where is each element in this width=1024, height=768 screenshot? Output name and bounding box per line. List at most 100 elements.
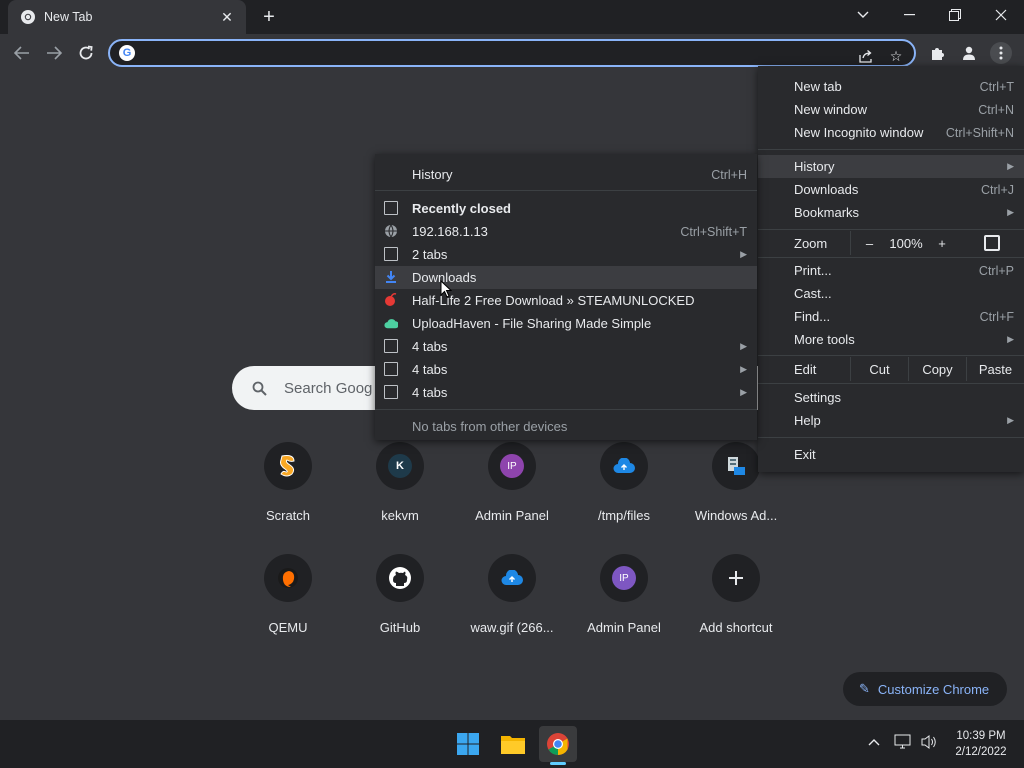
zoom-label: Zoom bbox=[794, 235, 828, 251]
menu-shortcut: Ctrl+F bbox=[979, 309, 1014, 324]
tab-title: New Tab bbox=[44, 10, 93, 24]
ip-badge: IP bbox=[500, 454, 524, 478]
history-item-steamunlocked[interactable]: Half-Life 2 Free Download » STEAMUNLOCKE… bbox=[375, 289, 757, 312]
submenu-arrow-icon: ▶ bbox=[740, 387, 747, 397]
zoom-out-button[interactable]: – bbox=[850, 231, 888, 255]
ip-icon: IP bbox=[488, 442, 536, 490]
history-item-4-tabs[interactable]: 4 tabs ▶ bbox=[375, 335, 757, 358]
shortcut-github[interactable]: GitHub bbox=[344, 554, 456, 654]
menu-item-help[interactable]: Help ▶ bbox=[758, 409, 1024, 432]
share-icon[interactable] bbox=[856, 46, 876, 66]
menu-item-cast[interactable]: Cast... bbox=[758, 282, 1024, 305]
shortcut-kekvm[interactable]: K kekvm bbox=[344, 442, 456, 542]
menu-item-find[interactable]: Find... Ctrl+F bbox=[758, 305, 1024, 328]
submenu-arrow-icon: ▶ bbox=[740, 364, 747, 374]
history-item-2-tabs[interactable]: 2 tabs ▶ bbox=[375, 243, 757, 266]
menu-shortcut: Ctrl+T bbox=[979, 79, 1014, 94]
zoom-level: 100% bbox=[889, 235, 923, 251]
file-explorer-icon[interactable] bbox=[494, 726, 532, 762]
history-label: Half-Life 2 Free Download » STEAMUNLOCKE… bbox=[412, 293, 695, 308]
globe-icon bbox=[385, 224, 397, 238]
menu-label: New window bbox=[794, 102, 867, 117]
menu-item-new-incognito-window[interactable]: New Incognito window Ctrl+Shift+N bbox=[758, 121, 1024, 144]
forward-arrow-icon[interactable] bbox=[41, 40, 67, 66]
history-label: History bbox=[412, 167, 453, 182]
menu-item-print[interactable]: Print... Ctrl+P bbox=[758, 259, 1024, 282]
menu-item-history[interactable]: History ▶ bbox=[758, 155, 1024, 178]
customize-chrome-button[interactable]: ✎ Customize Chrome bbox=[843, 672, 1007, 706]
start-windows-icon[interactable] bbox=[449, 726, 487, 762]
shortcut-admin-panel[interactable]: IP Admin Panel bbox=[456, 442, 568, 542]
clock-time: 10:39 PM bbox=[956, 730, 1006, 742]
history-item-uploadhaven[interactable]: UploadHaven - File Sharing Made Simple bbox=[375, 312, 757, 335]
menu-item-downloads[interactable]: Downloads Ctrl+J bbox=[758, 178, 1024, 201]
menu-separator bbox=[758, 355, 1024, 356]
shortcut-label: GitHub bbox=[379, 620, 421, 635]
menu-shortcut: Ctrl+P bbox=[978, 263, 1014, 278]
customize-label: Customize Chrome bbox=[877, 681, 990, 697]
shortcut-label: Scratch bbox=[265, 508, 311, 523]
paste-button[interactable]: Paste bbox=[966, 357, 1024, 381]
shortcut-admin-panel-2[interactable]: IP Admin Panel bbox=[568, 554, 680, 654]
tray-chevron-icon[interactable] bbox=[868, 734, 880, 749]
history-item-192-168-1-13[interactable]: 192.168.1.13 Ctrl+Shift+T bbox=[375, 220, 757, 243]
submenu-arrow-icon: ▶ bbox=[1007, 207, 1014, 217]
shortcut-label: kekvm bbox=[381, 508, 419, 523]
add-shortcut-button[interactable]: Add shortcut bbox=[680, 554, 792, 654]
reload-icon[interactable] bbox=[73, 40, 99, 66]
history-item-4-tabs[interactable]: 4 tabs ▶ bbox=[375, 358, 757, 381]
back-arrow-icon[interactable] bbox=[9, 40, 35, 66]
pencil-icon: ✎ bbox=[859, 681, 870, 696]
zoom-in-button[interactable]: + bbox=[924, 231, 960, 255]
menu-item-exit[interactable]: Exit bbox=[758, 443, 1024, 466]
copy-button[interactable]: Copy bbox=[908, 357, 966, 381]
history-shortcut: Ctrl+Shift+T bbox=[680, 224, 747, 239]
menu-item-bookmarks[interactable]: Bookmarks ▶ bbox=[758, 201, 1024, 224]
steamunlocked-icon bbox=[385, 293, 397, 306]
restore-icon[interactable] bbox=[932, 0, 978, 30]
profile-avatar-icon[interactable] bbox=[958, 42, 980, 64]
history-item-4-tabs[interactable]: 4 tabs ▶ bbox=[375, 381, 757, 404]
volume-icon[interactable] bbox=[920, 734, 938, 753]
extensions-puzzle-icon[interactable] bbox=[927, 42, 949, 64]
qemu-icon bbox=[264, 554, 312, 602]
tab-search-chevron-icon[interactable] bbox=[840, 0, 886, 30]
fullscreen-icon[interactable] bbox=[984, 235, 1000, 251]
shortcut-tmp-files[interactable]: /tmp/files bbox=[568, 442, 680, 542]
menu-item-new-tab[interactable]: New tab Ctrl+T bbox=[758, 75, 1024, 98]
submenu-arrow-icon: ▶ bbox=[740, 341, 747, 351]
menu-label: Bookmarks bbox=[794, 205, 860, 220]
menu-label: More tools bbox=[794, 332, 855, 347]
plus-icon bbox=[712, 554, 760, 602]
history-submenu: History Ctrl+H Recently closed 192.168.1.… bbox=[375, 154, 757, 440]
cut-button[interactable]: Cut bbox=[850, 357, 908, 381]
minimize-icon[interactable] bbox=[886, 0, 932, 30]
close-window-icon[interactable] bbox=[978, 0, 1024, 30]
new-tab-plus-icon[interactable]: + bbox=[258, 6, 280, 28]
menu-item-settings[interactable]: Settings bbox=[758, 386, 1024, 409]
tabs-icon bbox=[384, 339, 398, 353]
shortcut-label: /tmp/files bbox=[597, 508, 650, 523]
network-icon[interactable] bbox=[894, 734, 912, 753]
menu-label: Downloads bbox=[794, 182, 859, 197]
chrome-main-menu: New tab Ctrl+T New window Ctrl+N New Incog… bbox=[758, 66, 1024, 472]
windows-taskbar: 10:39 PM 2/12/2022 bbox=[0, 720, 1024, 768]
bookmark-star-icon[interactable]: ☆ bbox=[886, 46, 906, 66]
kebab-menu-icon[interactable] bbox=[990, 42, 1012, 64]
taskbar-clock[interactable]: 10:39 PM 2/12/2022 bbox=[946, 728, 1016, 760]
shortcut-scratch[interactable]: Scratch bbox=[232, 442, 344, 542]
omnibox-input[interactable] bbox=[135, 45, 914, 61]
submenu-arrow-icon: ▶ bbox=[740, 249, 747, 259]
history-item-history[interactable]: History Ctrl+H bbox=[375, 163, 757, 186]
shortcut-qemu[interactable]: QEMU bbox=[232, 554, 344, 654]
shortcut-waw-gif[interactable]: waw.gif (266... bbox=[456, 554, 568, 654]
menu-item-new-window[interactable]: New window Ctrl+N bbox=[758, 98, 1024, 121]
chrome-taskbar-icon[interactable] bbox=[539, 726, 577, 762]
history-item-downloads[interactable]: Downloads bbox=[375, 266, 757, 289]
search-icon bbox=[252, 379, 270, 397]
history-shortcut: Ctrl+H bbox=[711, 167, 747, 182]
menu-item-more-tools[interactable]: More tools ▶ bbox=[758, 328, 1024, 351]
close-tab-icon[interactable]: ✕ bbox=[218, 8, 236, 26]
tab-new-tab[interactable]: New Tab ✕ bbox=[8, 0, 246, 34]
address-bar[interactable]: G ☆ bbox=[108, 39, 916, 67]
